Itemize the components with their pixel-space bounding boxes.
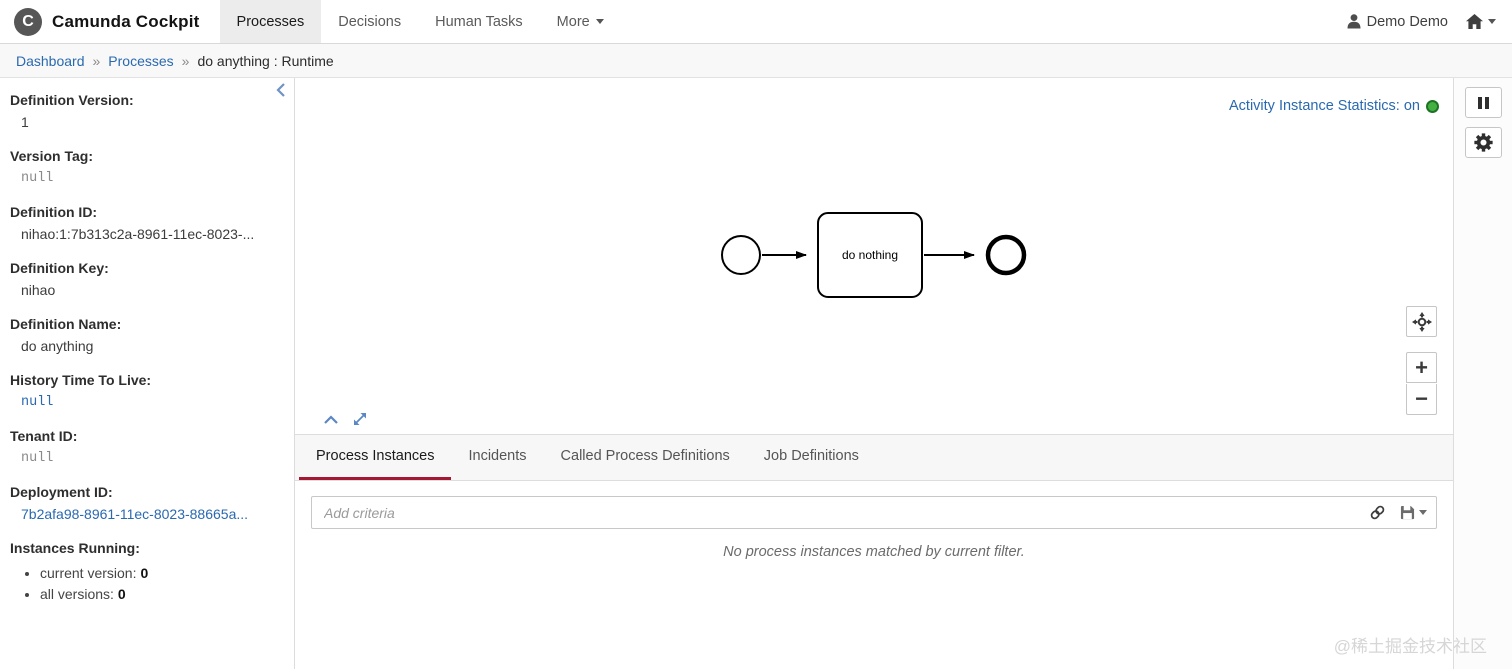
collapse-sidebar-button[interactable] [274,82,288,103]
expand-diagonal-icon [354,413,366,425]
field-history-ttl: History Time To Live: null [10,370,284,412]
field-label: Tenant ID: [10,428,78,444]
field-label: Deployment ID: [10,484,113,500]
field-label: Definition Name: [10,316,122,332]
settings-button[interactable] [1465,127,1502,158]
copy-filter-link-button[interactable] [1369,504,1386,521]
breadcrumb-dashboard[interactable]: Dashboard [16,53,85,69]
nav-more-label: More [556,13,590,30]
main-panel: Activity Instance Statistics: on do noth… [295,78,1453,669]
field-definition-key: Definition Key: nihao [10,258,284,300]
home-icon [1466,14,1483,29]
camunda-cockpit-page: C Camunda Cockpit Processes Decisions Hu… [0,0,1512,669]
item-label: all versions: [40,586,114,602]
tab-content: No process instances matched by current … [295,481,1453,560]
field-value: nihao [21,282,56,298]
right-toolbar [1453,78,1512,669]
nav-item-human-tasks[interactable]: Human Tasks [418,0,540,43]
maximize-panel-button[interactable] [352,411,368,427]
reset-view-button[interactable] [1406,306,1437,337]
instances-all-versions: all versions:0 [40,584,284,605]
field-label: Definition Version: [10,92,134,108]
field-label: History Time To Live: [10,372,152,388]
floppy-icon [1400,505,1415,520]
field-value: do anything [21,338,94,354]
watermark: @稀土掘金技术社区 [1333,637,1487,656]
deployment-id-link[interactable]: 7b2afa98-8961-11ec-8023-88665a... [21,505,284,524]
header-right: Demo Demo [1347,0,1512,43]
nav-item-more[interactable]: More [540,0,621,43]
tab-job-definitions[interactable]: Job Definitions [747,435,876,480]
field-value: 1 [21,114,29,130]
bpmn-task-label: do nothing [842,248,898,262]
tab-process-instances[interactable]: Process Instances [299,435,452,480]
chevron-left-icon [276,83,285,97]
detail-tabs: Process Instances Incidents Called Proce… [295,435,1453,481]
chevron-down-icon [1419,510,1427,515]
user-menu[interactable]: Demo Demo [1347,14,1448,30]
field-label: Version Tag: [10,148,93,164]
item-value: 0 [117,586,126,602]
zoom-out-button[interactable]: − [1406,384,1437,415]
zoom-in-button[interactable]: + [1406,352,1437,383]
breadcrumb-current: do anything : Runtime [197,52,334,69]
collapse-panel-button[interactable] [323,414,339,425]
crosshair-icon [1411,311,1432,332]
item-label: current version: [40,565,137,581]
nav-item-processes[interactable]: Processes [219,0,322,43]
item-value: 0 [140,565,149,581]
field-label: Definition Key: [10,260,109,276]
user-name: Demo Demo [1366,13,1448,30]
field-value: nihao:1:7b313c2a-8961-11ec-8023-... [21,226,255,242]
bpmn-diagram-canvas[interactable]: Activity Instance Statistics: on do noth… [295,78,1453,435]
brand[interactable]: C Camunda Cockpit [0,0,214,43]
pause-icon [1478,96,1489,109]
field-value: null [21,451,54,466]
nav-item-decisions[interactable]: Decisions [321,0,418,43]
link-icon [1370,505,1385,520]
filter-actions [1369,496,1427,529]
field-value: null [21,171,54,186]
definition-sidebar: Definition Version: 1 Version Tag: null … [0,78,295,669]
person-icon [1347,14,1361,29]
breadcrumb-separator: » [92,52,101,69]
bpmn-start-event[interactable] [721,235,761,275]
breadcrumb: Dashboard » Processes » do anything : Ru… [0,44,1512,78]
field-instances-running: Instances Running: current version:0 all… [10,538,284,605]
empty-results-message: No process instances matched by current … [723,544,1025,560]
app-title: Camunda Cockpit [52,11,200,31]
save-filter-button[interactable] [1400,505,1427,520]
instances-current-version: current version:0 [40,563,284,584]
filter-row [311,496,1437,529]
field-value-link[interactable]: null [21,393,284,412]
top-navbar: C Camunda Cockpit Processes Decisions Hu… [0,0,1512,44]
panel-resize-controls [323,411,368,427]
add-criteria-input[interactable] [311,496,1437,529]
chevron-up-icon [324,414,338,424]
field-definition-name: Definition Name: do anything [10,314,284,356]
main-nav: Processes Decisions Human Tasks More [219,0,621,43]
field-definition-version: Definition Version: 1 [10,90,284,132]
field-deployment-id: Deployment ID: 7b2afa98-8961-11ec-8023-8… [10,482,284,524]
field-label: Instances Running: [10,540,140,556]
pause-refresh-button[interactable] [1465,87,1502,118]
tab-incidents[interactable]: Incidents [451,435,543,480]
chevron-down-icon [1488,19,1496,24]
field-definition-id: Definition ID: nihao:1:7b313c2a-8961-11e… [10,202,284,244]
bpmn-diagram: do nothing [721,212,1027,298]
tab-called-process-definitions[interactable]: Called Process Definitions [544,435,747,480]
field-version-tag: Version Tag: null [10,146,284,188]
breadcrumb-processes[interactable]: Processes [108,53,173,69]
home-menu[interactable] [1466,14,1496,29]
field-label: Definition ID: [10,204,98,220]
breadcrumb-separator: » [181,52,190,69]
bpmn-end-event[interactable] [985,234,1027,276]
camunda-logo-icon: C [14,7,42,36]
field-tenant-id: Tenant ID: null [10,426,284,468]
gear-icon [1474,133,1493,152]
chevron-down-icon [595,19,604,24]
